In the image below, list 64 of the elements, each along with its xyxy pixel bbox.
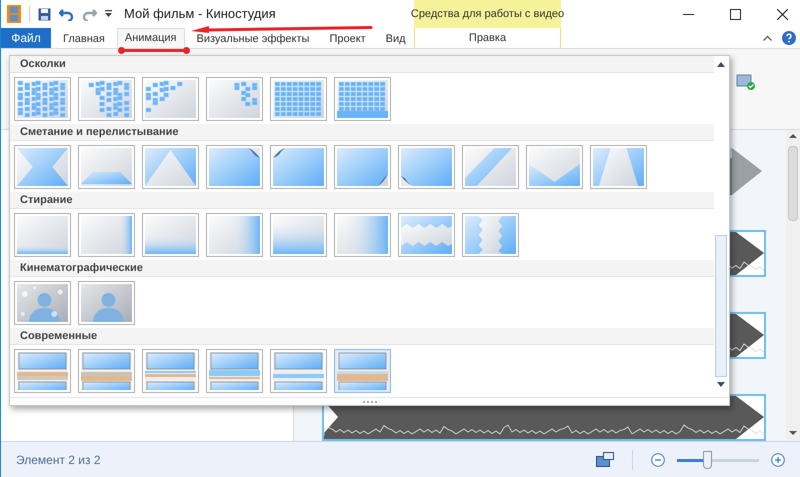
status-text: Элемент 2 из 2 <box>16 452 101 468</box>
transition-thumbnail[interactable] <box>78 76 135 120</box>
transition-thumbnail[interactable] <box>142 144 199 188</box>
section-header: Осколки <box>20 56 66 72</box>
transition-thumbnail[interactable] <box>14 348 71 392</box>
transition-thumbnail[interactable] <box>334 144 391 188</box>
transition-thumbnail[interactable] <box>142 348 199 392</box>
section-header: Стирание <box>20 192 72 208</box>
transition-thumbnail[interactable] <box>14 76 71 120</box>
transition-thumbnail[interactable] <box>462 144 519 188</box>
monitor-icon[interactable] <box>596 452 614 468</box>
section-header: Кинематографические <box>20 260 143 276</box>
film-icon[interactable] <box>7 5 21 23</box>
scrollbar[interactable] <box>786 130 800 441</box>
ribbon-tab[interactable]: Визуальные эффекты <box>188 33 318 46</box>
transition-thumbnail[interactable] <box>78 144 135 188</box>
transition-thumbnail[interactable] <box>270 144 327 188</box>
zoom-slider[interactable] <box>675 450 761 468</box>
annotation-underline <box>118 47 190 54</box>
section-header: Современные <box>20 328 98 344</box>
transition-thumbnail[interactable] <box>14 212 71 256</box>
resize-grip-icon[interactable] <box>362 400 376 403</box>
save-icon[interactable] <box>38 8 51 20</box>
ribbon-tab[interactable]: Вид <box>378 33 414 46</box>
ribbon-tab[interactable]: Правка <box>414 28 561 48</box>
transition-thumbnail[interactable] <box>78 348 135 392</box>
transition-thumbnail[interactable] <box>14 280 71 324</box>
transition-thumbnail[interactable] <box>334 76 391 120</box>
transition-thumbnail[interactable] <box>526 144 583 188</box>
ribbon-tab[interactable]: Проект <box>321 33 374 46</box>
transition-thumbnail[interactable] <box>398 144 455 188</box>
transition-thumbnail[interactable] <box>78 280 135 324</box>
file-tab[interactable]: Файл <box>1 28 51 48</box>
window-title: Мой фильм - Киностудия <box>124 5 276 24</box>
close-icon[interactable] <box>777 8 788 20</box>
caret-icon[interactable] <box>105 10 112 18</box>
transition-thumbnail[interactable] <box>590 144 647 188</box>
transition-thumbnail[interactable] <box>462 212 519 256</box>
transition-thumbnail[interactable] <box>334 348 391 392</box>
transition-thumbnail[interactable] <box>398 212 455 256</box>
context-tab-group: Средства для работы с видео <box>410 6 564 22</box>
transition-thumbnail[interactable] <box>334 212 391 256</box>
transition-thumbnail[interactable] <box>142 212 199 256</box>
transition-thumbnail[interactable] <box>270 348 327 392</box>
transition-thumbnail[interactable] <box>206 144 263 188</box>
video-check-icon[interactable] <box>736 73 756 91</box>
zoom-in-icon[interactable] <box>771 452 785 466</box>
transition-thumbnail[interactable] <box>14 144 71 188</box>
transition-thumbnail[interactable] <box>206 212 263 256</box>
undo-icon[interactable] <box>59 8 74 20</box>
redo-icon[interactable] <box>82 8 97 20</box>
transition-thumbnail[interactable] <box>142 76 199 120</box>
help-icon[interactable] <box>782 31 796 45</box>
ribbon-tab[interactable]: Анимация <box>116 28 185 48</box>
transition-thumbnail[interactable] <box>270 76 327 120</box>
transition-thumbnail[interactable] <box>270 212 327 256</box>
section-header: Сметание и перелистывание <box>20 124 178 140</box>
ribbon-tab[interactable]: Главная <box>55 33 113 46</box>
collapse-ribbon-icon[interactable] <box>763 35 772 41</box>
transition-thumbnail[interactable] <box>206 348 263 392</box>
transition-thumbnail[interactable] <box>206 76 263 120</box>
transition-thumbnail[interactable] <box>78 212 135 256</box>
maximize-icon[interactable] <box>730 8 741 20</box>
zoom-out-icon[interactable] <box>651 452 665 466</box>
